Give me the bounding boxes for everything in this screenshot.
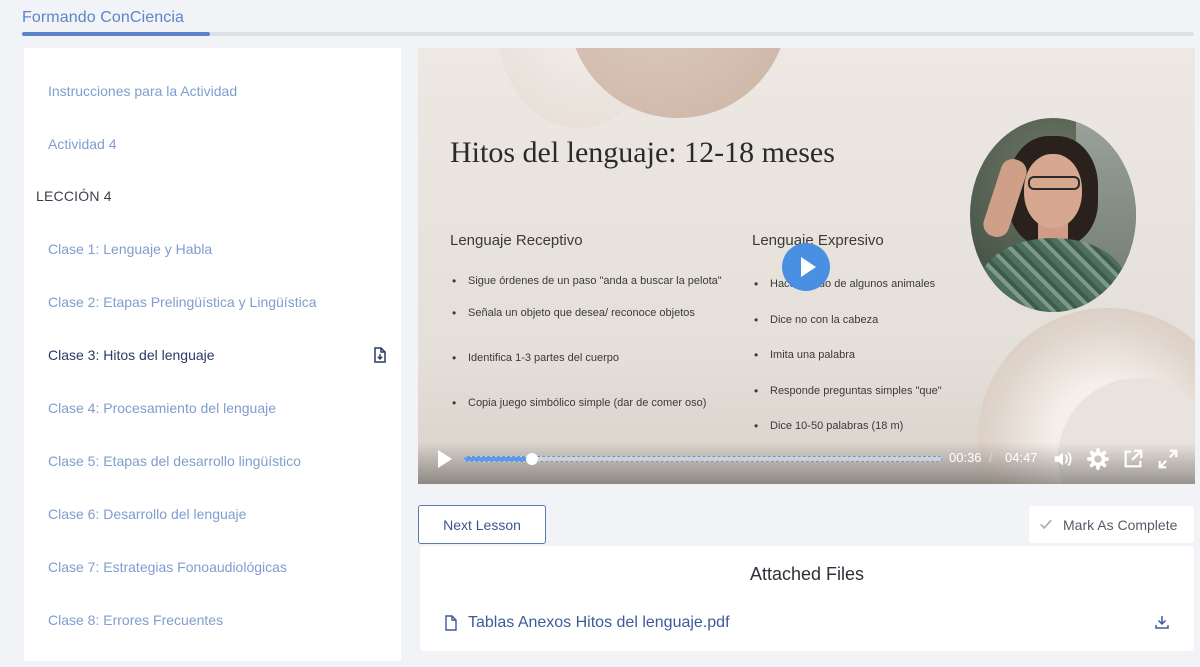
- duration: 04:47: [1005, 450, 1038, 465]
- sidebar-item-label: Clase 8: Errores Frecuentes: [48, 612, 224, 628]
- sidebar-section-header: LECCIÓN 4: [24, 176, 401, 216]
- sidebar-lesson-item[interactable]: Clase 4: Procesamiento del lenguaje: [24, 388, 401, 428]
- lesson-sidebar: Instrucciones para la Actividad Actividad…: [24, 48, 401, 661]
- sidebar-lesson-item[interactable]: Instrucciones para la Actividad: [24, 71, 401, 111]
- mark-complete-button[interactable]: Mark As Complete: [1029, 506, 1194, 543]
- course-title: Formando ConCiencia: [22, 9, 184, 26]
- attached-files-card: Attached Files Tablas Anexos Hitos del l…: [420, 546, 1194, 651]
- volume-icon[interactable]: [1052, 448, 1074, 470]
- video-player[interactable]: Hitos del lenguaje: 12-18 meses Lenguaje…: [418, 48, 1195, 484]
- expressive-bullet: Dice no con la cabeza: [754, 313, 878, 327]
- popout-icon[interactable]: [1122, 448, 1144, 470]
- expressive-bullet: Imita una palabra: [754, 348, 855, 362]
- document-icon: [445, 615, 457, 631]
- sidebar-lesson-item[interactable]: Clase 8: Errores Frecuentes: [24, 600, 401, 640]
- course-progress-fill: [22, 32, 210, 36]
- sidebar-item-label: Clase 2: Etapas Prelingüística y Lingüís…: [48, 294, 317, 310]
- sidebar-lesson-item[interactable]: Clase 2: Etapas Prelingüística y Lingüís…: [24, 282, 401, 322]
- sidebar-item-label: Instrucciones para la Actividad: [48, 83, 238, 99]
- attached-files-title: Attached Files: [749, 564, 865, 584]
- sidebar-lesson-item[interactable]: Clase 3: Hitos del lenguaje: [24, 335, 401, 375]
- sidebar-lesson-item[interactable]: Clase 6: Desarrollo del lenguaje: [24, 494, 401, 534]
- slide-title: Hitos del lenguaje: 12-18 meses: [450, 136, 835, 169]
- receptive-bullet: Identifica 1-3 partes del cuerpo: [452, 351, 619, 365]
- sidebar-lesson-item[interactable]: Clase 5: Etapas del desarrollo lingüísti…: [24, 441, 401, 481]
- sidebar-item-label: Clase 5: Etapas del desarrollo lingüísti…: [48, 453, 301, 469]
- current-time: 00:36: [949, 450, 982, 465]
- attached-file-item[interactable]: Tablas Anexos Hitos del lenguaje.pdf: [444, 612, 1170, 634]
- presenter-glasses: [1028, 176, 1080, 190]
- presenter-webcam: [970, 118, 1136, 312]
- lesson-file-icon: [374, 347, 386, 363]
- course-progress-bar: [22, 32, 1194, 36]
- settings-gear-icon[interactable]: [1087, 448, 1109, 470]
- expressive-bullet: Responde preguntas simples "que": [754, 384, 942, 398]
- sidebar-lesson-item[interactable]: Clase 7: Estrategias Fonoaudiológicas: [24, 547, 401, 587]
- play-icon[interactable]: [438, 450, 454, 468]
- sidebar-item-label: LECCIÓN 4: [36, 188, 112, 204]
- sidebar-item-label: Clase 3: Hitos del lenguaje: [48, 347, 215, 363]
- sidebar-item-label: Clase 6: Desarrollo del lenguaje: [48, 506, 247, 522]
- fullscreen-icon[interactable]: [1157, 448, 1179, 470]
- receptive-heading: Lenguaje Receptivo: [450, 232, 583, 249]
- sidebar-item-label: Clase 1: Lenguaje y Habla: [48, 241, 213, 257]
- presenter-face: [1024, 154, 1082, 228]
- sidebar-lesson-item[interactable]: Actividad 4: [24, 124, 401, 164]
- video-controls: 00:36 / 04:47: [418, 442, 1195, 484]
- course-header: Formando ConCiencia: [0, 0, 1200, 40]
- seek-played: [465, 457, 532, 461]
- mark-complete-label: Mark As Complete: [1063, 516, 1178, 533]
- receptive-bullet: Copia juego simbólico simple (dar de com…: [452, 396, 706, 410]
- receptive-bullet: Sigue órdenes de un paso "anda a buscar …: [452, 274, 722, 288]
- attached-file-name[interactable]: Tablas Anexos Hitos del lenguaje.pdf: [468, 614, 730, 632]
- expressive-bullet: Dice 10-50 palabras (18 m): [754, 419, 903, 433]
- sidebar-lesson-item[interactable]: Clase 1: Lenguaje y Habla: [24, 229, 401, 269]
- seek-handle[interactable]: [525, 453, 538, 465]
- time-separator: /: [989, 450, 993, 465]
- sidebar-item-label: Clase 7: Estrategias Fonoaudiológicas: [48, 559, 287, 575]
- seek-bar[interactable]: [464, 453, 942, 465]
- check-icon: [1040, 519, 1052, 530]
- next-lesson-button[interactable]: Next Lesson: [418, 505, 546, 544]
- sidebar-item-label: Actividad 4: [48, 136, 117, 152]
- receptive-bullet: Señala un objeto que desea/ reconoce obj…: [452, 306, 695, 320]
- play-overlay-button[interactable]: [782, 243, 830, 291]
- download-icon[interactable]: [1154, 614, 1170, 630]
- sidebar-item-label: Clase 4: Procesamiento del lenguaje: [48, 400, 277, 416]
